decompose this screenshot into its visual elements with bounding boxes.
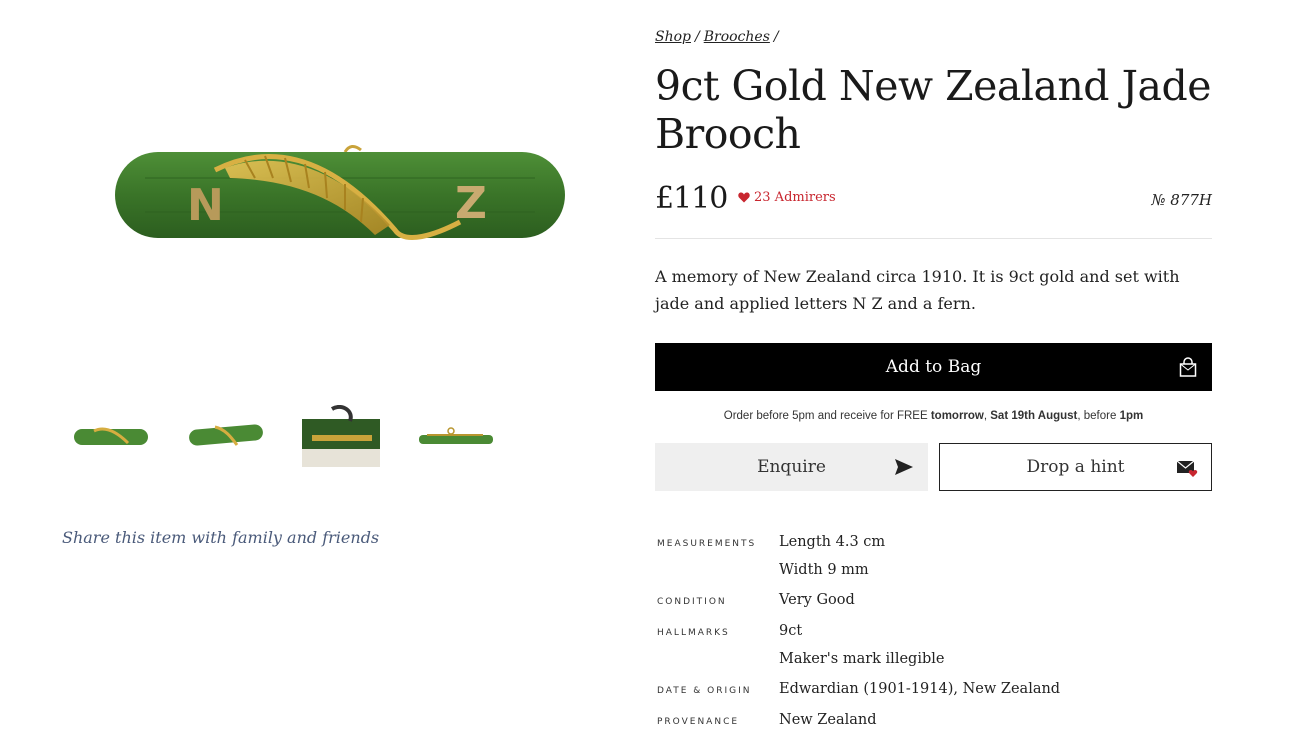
spec-label: Condition [657, 597, 727, 607]
thumbnail-4[interactable] [417, 405, 495, 467]
delivery-info: Order before 5pm and receive for FREE to… [655, 410, 1212, 422]
spec-value: Edwardian (1901-1914), New Zealand [779, 681, 1061, 697]
breadcrumb-separator: / [695, 29, 700, 45]
add-to-bag-label: Add to Bag [885, 357, 982, 377]
delivery-tomorrow: tomorrow [930, 410, 984, 422]
gallery: N Z Share this item with family and frie… [0, 0, 640, 753]
delivery-time: 1pm [1119, 410, 1144, 422]
enquire-button[interactable]: Enquire [655, 443, 928, 491]
spec-value: Width 9 mm [779, 562, 869, 578]
product-main-image[interactable]: N Z [105, 130, 575, 250]
spec-value: Length 4.3 cm [779, 534, 886, 550]
send-icon [895, 459, 913, 475]
divider [655, 238, 1212, 239]
admirers-link[interactable]: 23 Admirers [738, 190, 836, 205]
heart-icon [738, 192, 750, 203]
thumbnail-2[interactable] [187, 405, 265, 467]
product-reference: № 877H [1151, 191, 1212, 209]
spec-value: Very Good [779, 592, 855, 608]
thumbnail-1[interactable] [72, 405, 150, 467]
spec-value: Maker's mark illegible [779, 651, 945, 667]
letter-n: N [187, 180, 224, 231]
spec-label: Hallmarks [657, 628, 730, 638]
spec-label: Date & Origin [657, 686, 752, 696]
breadcrumb: Shop / Brooches / [655, 29, 783, 45]
breadcrumb-separator: / [773, 29, 779, 45]
delivery-before: , before [1077, 410, 1120, 422]
drop-hint-label: Drop a hint [1026, 457, 1125, 477]
breadcrumb-shop[interactable]: Shop [655, 29, 691, 45]
breadcrumb-brooches[interactable]: Brooches [704, 29, 770, 45]
product-description: A memory of New Zealand circa 1910. It i… [655, 267, 1180, 313]
letter-z: Z [455, 178, 487, 229]
spec-label: Measurements [657, 539, 757, 549]
share-link[interactable]: Share this item with family and friends [62, 528, 379, 547]
spec-label: Provenance [657, 717, 740, 727]
thumbnail-strip [72, 405, 495, 467]
product-title: 9ct Gold New Zealand Jade Brooch [655, 62, 1211, 158]
thumbnail-3[interactable] [302, 405, 380, 467]
product-price: £110 [655, 181, 728, 216]
drop-hint-button[interactable]: Drop a hint [939, 443, 1212, 491]
delivery-date: Sat 19th August [990, 410, 1078, 422]
spec-value: 9ct [779, 623, 803, 639]
add-to-bag-button[interactable]: Add to Bag [655, 343, 1212, 391]
enquire-label: Enquire [757, 457, 826, 477]
bag-icon [1179, 357, 1197, 377]
spec-value: New Zealand [779, 712, 877, 728]
delivery-text: Order before 5pm and receive for FREE [723, 410, 931, 422]
admirers-count: 23 Admirers [754, 190, 836, 205]
mail-heart-icon [1177, 460, 1198, 477]
